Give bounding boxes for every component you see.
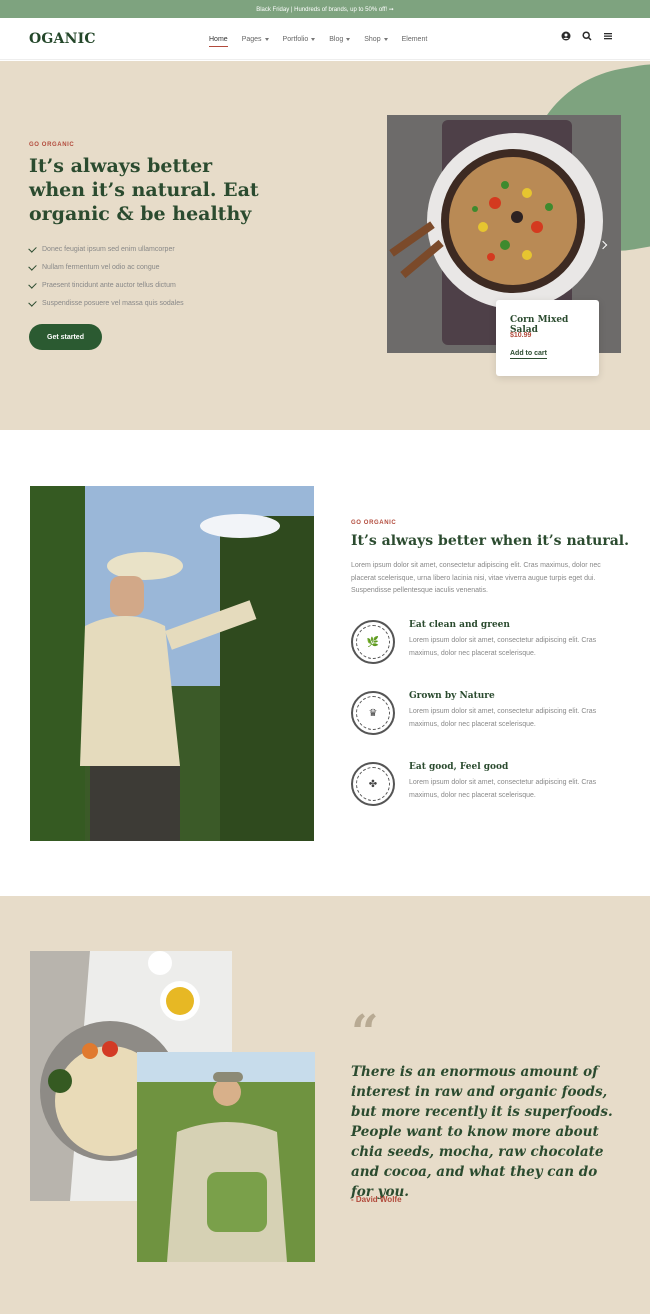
- hero-eyebrow: GO ORGANIC: [29, 142, 75, 148]
- feature-title: Grown by Nature: [409, 691, 495, 701]
- quote-icon: “: [351, 1005, 379, 1061]
- user-icon[interactable]: [561, 31, 571, 41]
- menu-icon[interactable]: [603, 31, 613, 41]
- chevron-down-icon: [311, 37, 316, 41]
- chevron-down-icon: [346, 37, 351, 41]
- check-icon: [28, 261, 37, 271]
- feature-description: Lorem ipsum dolor sit amet, consectetur …: [409, 779, 597, 799]
- farmer-portrait-image: [137, 1052, 315, 1262]
- organic-food-badge-icon: ✤: [351, 762, 395, 806]
- list-item: Suspendisse posuere vel massa quis sodal…: [28, 294, 184, 312]
- premium-badge-icon: ♛: [351, 691, 395, 735]
- about-description: Lorem ipsum dolor sit amet, consectetur …: [351, 562, 601, 594]
- promo-bar[interactable]: Black Friday | Hundreds of brands, up to…: [0, 0, 650, 18]
- list-item: Donec feugiat ipsum sed enim ullamcorper: [28, 240, 184, 258]
- check-icon: [28, 297, 37, 307]
- promo-text[interactable]: Black Friday | Hundreds of brands, up to…: [256, 6, 394, 13]
- hero-benefits-list: Donec feugiat ipsum sed enim ullamcorper…: [28, 240, 184, 312]
- header-actions: [561, 31, 613, 41]
- nav-blog[interactable]: Blog: [329, 18, 351, 60]
- search-icon[interactable]: [582, 31, 592, 41]
- about-eyebrow: GO ORGANIC: [351, 520, 397, 526]
- feature-item: 🌿 Eat clean and green Lorem ipsum dolor …: [351, 620, 611, 668]
- chevron-down-icon: [264, 37, 269, 41]
- get-started-button[interactable]: Get started: [29, 324, 102, 350]
- product-card: Corn Mixed Salad $10.99 Add to cart: [496, 300, 599, 376]
- nav-shop[interactable]: Shop: [364, 18, 388, 60]
- farmer-image: [30, 486, 314, 841]
- nav-pages[interactable]: Pages: [242, 18, 269, 60]
- about-title: It’s always better when it’s natural.: [351, 533, 629, 549]
- feature-title: Eat good, Feel good: [409, 762, 509, 772]
- list-item: Nullam fermentum vel odio ac congue: [28, 258, 184, 276]
- hero-section: GO ORGANIC It’s always better when it’s …: [0, 61, 650, 430]
- check-icon: [28, 279, 37, 289]
- nav-home[interactable]: Home: [209, 18, 228, 60]
- about-section: GO ORGANIC It’s always better when it’s …: [0, 430, 650, 896]
- nav-portfolio[interactable]: Portfolio: [283, 18, 316, 60]
- nav-element[interactable]: Element: [402, 18, 428, 60]
- chevron-down-icon: [383, 37, 388, 41]
- feature-description: Lorem ipsum dolor sit amet, consectetur …: [409, 708, 597, 728]
- testimonial-author: - David Wolfe: [351, 1195, 402, 1204]
- quality-badge-icon: 🌿: [351, 620, 395, 664]
- testimonial-section: “ There is an enormous amount of interes…: [0, 896, 650, 1314]
- site-header: OGANIC Home Pages Portfolio Blog Shop El…: [0, 18, 650, 60]
- hero-title: It’s always better when it’s natural. Ea…: [29, 155, 259, 225]
- feature-title: Eat clean and green: [409, 620, 510, 630]
- feature-item: ✤ Eat good, Feel good Lorem ipsum dolor …: [351, 762, 611, 810]
- main-nav: Home Pages Portfolio Blog Shop Element: [209, 18, 427, 60]
- product-price: $10.99: [510, 332, 532, 339]
- feature-description: Lorem ipsum dolor sit amet, consectetur …: [409, 637, 597, 657]
- feature-item: ♛ Grown by Nature Lorem ipsum dolor sit …: [351, 691, 611, 739]
- check-icon: [28, 243, 37, 253]
- site-logo[interactable]: OGANIC: [29, 31, 96, 47]
- list-item: Praesent tincidunt ante auctor tellus di…: [28, 276, 184, 294]
- testimonial-quote: There is an enormous amount of interest …: [351, 1064, 613, 1200]
- add-to-cart-button[interactable]: Add to cart: [510, 350, 547, 359]
